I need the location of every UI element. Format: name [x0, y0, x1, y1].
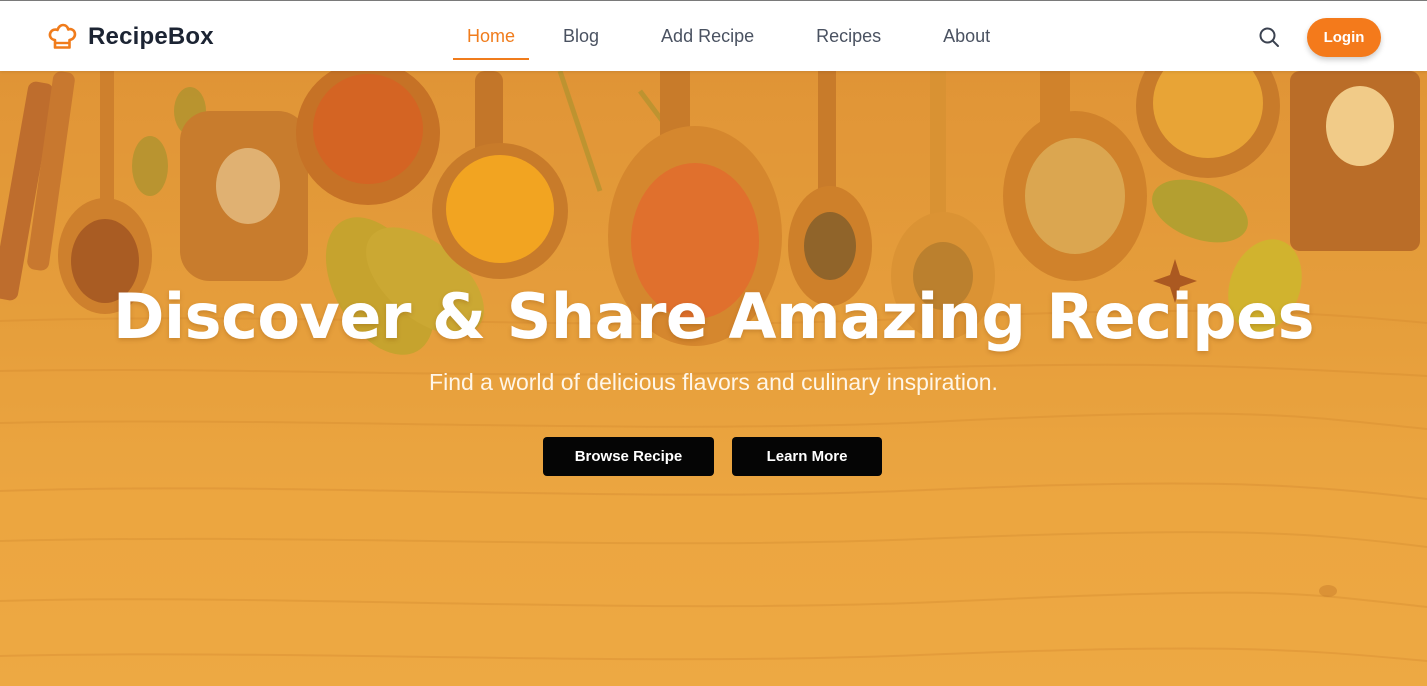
nav-about[interactable]: About	[929, 1, 1004, 72]
nav-recipes[interactable]: Recipes	[802, 1, 895, 72]
brand-name: RecipeBox	[88, 23, 214, 50]
hero-section: Discover & Share Amazing Recipes Find a …	[0, 71, 1427, 686]
browse-recipe-button[interactable]: Browse Recipe	[543, 437, 714, 476]
search-icon	[1259, 27, 1279, 47]
nav-blog[interactable]: Blog	[549, 1, 613, 72]
hero-subtitle: Find a world of delicious flavors and cu…	[429, 369, 998, 395]
nav-add-recipe[interactable]: Add Recipe	[647, 1, 768, 72]
search-button[interactable]	[1257, 25, 1281, 49]
navbar: RecipeBox Home Blog Add Recipe Recipes A…	[0, 0, 1427, 71]
chef-hat-icon	[48, 23, 77, 49]
login-button[interactable]: Login	[1307, 18, 1381, 57]
brand[interactable]: RecipeBox	[46, 20, 214, 54]
learn-more-button[interactable]: Learn More	[732, 437, 882, 476]
nav-home[interactable]: Home	[453, 1, 530, 72]
hero-title: Discover & Share Amazing Recipes	[112, 280, 1315, 353]
main-nav: Home Blog Add Recipe Recipes About	[453, 1, 1004, 72]
